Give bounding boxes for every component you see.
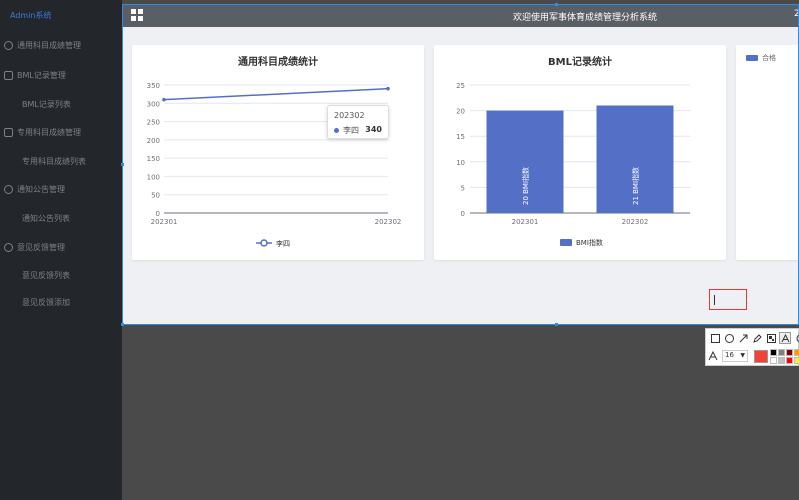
sidebar-item-general-scores[interactable]: 通用科目成绩管理 <box>4 37 81 53</box>
sidebar: Admin系统 通用科目成绩管理 BML记录管理 BML记录列表 专用科目成绩管… <box>0 0 122 500</box>
sidebar-item-special-scores[interactable]: 专用科目成绩管理 <box>4 124 81 140</box>
x-tick-label: 202302 <box>622 218 649 226</box>
y-tick-label: 15 <box>456 133 465 141</box>
line-chart[interactable]: 0 50 100 150 200 250 300 350 202301 202302 李四 <box>132 45 424 260</box>
sidebar-item-feedback[interactable]: 意见反馈管理 <box>4 239 65 255</box>
chevron-down-icon: ▼ <box>740 352 745 359</box>
sidebar-subitem-notice-list[interactable]: 通知公告列表 <box>22 213 70 224</box>
header-corner-text: 2 <box>794 9 798 19</box>
more-tool-icon[interactable] <box>793 332 799 344</box>
palette-color-swatch[interactable] <box>786 349 793 356</box>
sidebar-item-label: 专用科目成绩管理 <box>17 127 81 137</box>
tooltip-value: 340 <box>365 125 382 134</box>
bar-chart[interactable]: 051015202520230120 BMI指数20230221 BMI指数BM… <box>434 45 726 260</box>
palette-color-swatch[interactable] <box>786 357 793 364</box>
series-line <box>163 87 389 101</box>
y-tick-label: 150 <box>147 155 160 163</box>
y-tick-label: 250 <box>147 119 160 127</box>
mosaic-tool-icon[interactable] <box>765 332 777 344</box>
data-point <box>386 86 390 91</box>
resize-handle-top[interactable] <box>555 3 558 6</box>
x-tick-label: 202302 <box>375 218 402 226</box>
x-tick-label: 202301 <box>512 218 539 226</box>
y-tick-label: 300 <box>147 100 160 108</box>
tooltip-series: 李四 <box>334 125 359 136</box>
sidebar-subitem-feedback-list[interactable]: 意见反馈列表 <box>22 270 70 281</box>
tooltip-category: 202302 <box>334 111 365 120</box>
palette-color-swatch[interactable] <box>794 357 799 364</box>
chart-icon <box>4 40 13 50</box>
screenshot-selection[interactable]: 欢迎使用军事体育成绩管理分析系统 2 通用科目成绩统计 050100150200… <box>122 4 799 325</box>
pencil-tool-icon[interactable] <box>751 332 763 344</box>
bml-records-card: BML记录统计 0 5 10 15 20 25 202301 20 BMI指数 202302 21… <box>434 45 726 260</box>
color-palette <box>770 349 799 364</box>
document-icon <box>4 70 13 80</box>
legend-marker-icon <box>260 239 268 247</box>
legend-label: BMI指数 <box>576 238 603 247</box>
y-tick-label: 25 <box>456 82 465 90</box>
legend-swatch-icon <box>560 239 572 246</box>
y-tick-label: 50 <box>151 192 160 200</box>
y-tick-label: 350 <box>147 82 160 90</box>
legend-label: 李四 <box>276 239 290 248</box>
text-tool-icon[interactable] <box>779 332 791 344</box>
chart-tooltip: 202302 李四 340 <box>327 105 389 139</box>
tooltip-series-name: 李四 <box>343 126 359 135</box>
sidebar-subitem-bml-list[interactable]: BML记录列表 <box>22 99 71 110</box>
palette-color-swatch[interactable] <box>770 349 777 356</box>
y-tick-label: 200 <box>147 137 160 145</box>
bar-data-label: 21 BMI指数 <box>631 167 640 205</box>
bar-data-label: 20 BMI指数 <box>521 167 530 205</box>
sidebar-item-bml[interactable]: BML记录管理 <box>4 67 66 83</box>
resize-handle-bottom[interactable] <box>555 323 558 326</box>
text-annotation-box[interactable] <box>709 289 747 310</box>
y-tick-label: 20 <box>456 108 465 116</box>
sidebar-subitem-special-list[interactable]: 专用科目成绩列表 <box>22 156 86 167</box>
page-title: 欢迎使用军事体育成绩管理分析系统 <box>513 13 658 23</box>
arrow-tool-icon[interactable] <box>737 332 749 344</box>
x-tick-label: 202301 <box>151 218 178 226</box>
menu-grid-icon[interactable] <box>131 9 143 21</box>
resize-handle-bottom-left[interactable] <box>121 323 124 326</box>
legend-swatch-icon <box>746 55 758 61</box>
ellipse-tool-icon[interactable] <box>723 332 735 344</box>
font-size-value: 16 <box>725 351 734 359</box>
sidebar-item-label: 意见反馈管理 <box>17 242 65 252</box>
rectangle-tool-icon[interactable] <box>709 332 721 344</box>
sidebar-item-label: BML记录管理 <box>17 70 66 80</box>
palette-color-swatch[interactable] <box>778 357 785 364</box>
resize-handle-left[interactable] <box>121 163 124 166</box>
feedback-icon <box>4 242 13 252</box>
series-dot-icon <box>334 128 339 133</box>
data-point <box>162 97 166 102</box>
sidebar-subitem-feedback-add[interactable]: 意见反馈添加 <box>22 297 70 308</box>
palette-color-swatch[interactable] <box>778 349 785 356</box>
annotation-toolbar: 16 ▼ <box>705 328 799 366</box>
general-scores-card: 通用科目成绩统计 0 50 100 150 200 250 300 350 202301 2023… <box>132 45 424 260</box>
font-size-icon <box>707 350 719 362</box>
sidebar-item-notices[interactable]: 通知公告管理 <box>4 181 65 197</box>
y-tick-label: 5 <box>461 184 465 192</box>
text-caret <box>714 295 715 305</box>
y-tick-label: 0 <box>461 210 465 218</box>
sidebar-item-label: 通知公告管理 <box>17 184 65 194</box>
current-color-swatch[interactable] <box>754 350 768 363</box>
bar-chart-icon <box>4 127 13 137</box>
legend-label: 合格 <box>762 54 776 62</box>
bell-icon <box>4 184 13 194</box>
palette-color-swatch[interactable] <box>770 357 777 364</box>
y-tick-label: 10 <box>456 159 465 167</box>
brand-logo: Admin系统 <box>10 11 52 20</box>
font-size-select[interactable]: 16 ▼ <box>722 350 748 362</box>
sidebar-item-label: 通用科目成绩管理 <box>17 40 81 50</box>
y-tick-label: 0 <box>156 210 160 218</box>
palette-color-swatch[interactable] <box>794 349 799 356</box>
y-tick-label: 100 <box>147 173 160 181</box>
qualification-card: 合格 <box>736 45 798 260</box>
chart-legend[interactable]: 合格 <box>746 53 776 63</box>
top-bar: 欢迎使用军事体育成绩管理分析系统 2 <box>123 5 798 27</box>
